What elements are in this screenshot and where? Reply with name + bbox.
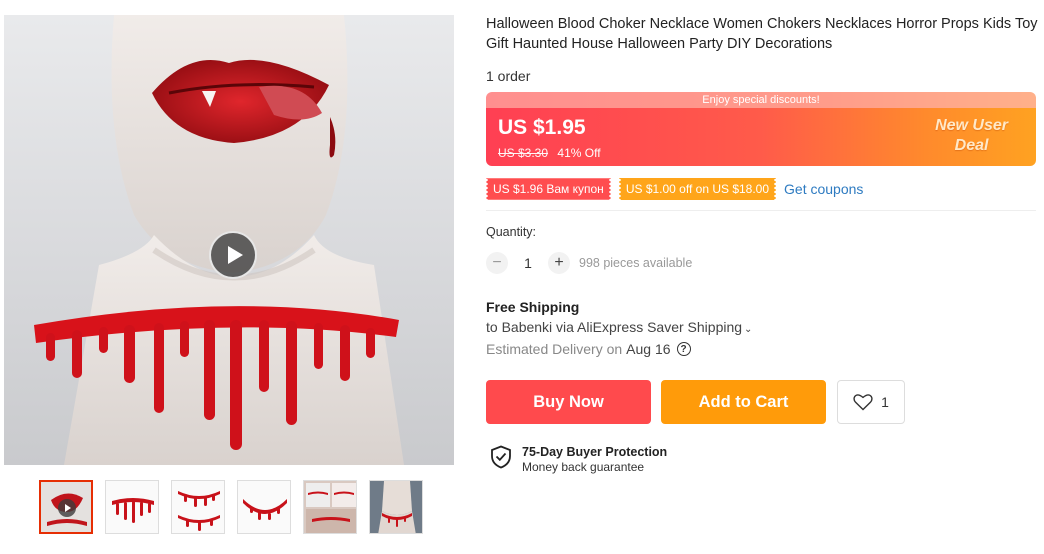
protection-title: 75-Day Buyer Protection bbox=[522, 445, 668, 459]
neck-choker-thumbnail bbox=[370, 481, 422, 533]
coupon-badge-2[interactable]: US $1.00 off on US $18.00 bbox=[617, 178, 778, 200]
price-banner: Enjoy special discounts! US $1.95 US $3.… bbox=[486, 92, 1036, 166]
action-buttons: Buy Now Add to Cart 1 bbox=[486, 380, 1038, 424]
new-user-deal-badge: New User Deal bbox=[935, 116, 1008, 156]
protection-subtitle: Money back guarantee bbox=[522, 460, 645, 474]
thumbnail-strip bbox=[39, 480, 423, 534]
play-video-button[interactable] bbox=[209, 231, 257, 279]
question-circle-icon[interactable]: ? bbox=[676, 342, 691, 356]
get-coupons-link[interactable]: Get coupons bbox=[784, 181, 863, 197]
quantity-decrease-button[interactable]: − bbox=[486, 252, 508, 274]
quantity-value[interactable]: 1 bbox=[517, 255, 539, 271]
chevron-down-icon: ⌄ bbox=[744, 324, 753, 335]
thumbnail-5[interactable] bbox=[303, 480, 357, 534]
delivery-date: Aug 16 bbox=[626, 341, 671, 357]
buyer-protection: 75-Day Buyer Protection Money back guara… bbox=[486, 445, 1038, 475]
current-price: US $1.95 bbox=[498, 116, 586, 139]
quantity-increase-button[interactable]: + bbox=[548, 252, 570, 274]
play-icon bbox=[227, 246, 243, 264]
estimated-delivery: Estimated Delivery on Aug 16 ? bbox=[486, 341, 1038, 357]
estimated-delivery-label: Estimated Delivery on bbox=[486, 341, 623, 357]
shield-check-icon bbox=[491, 445, 511, 469]
main-product-image[interactable] bbox=[4, 15, 454, 465]
thumbnail-play-icon bbox=[58, 499, 76, 517]
new-user-label: New User bbox=[935, 117, 1008, 134]
wishlist-count: 1 bbox=[881, 394, 889, 410]
special-discount-label: Enjoy special discounts! bbox=[486, 92, 1036, 108]
deal-label: Deal bbox=[954, 137, 989, 154]
blood-choker-arc-thumbnail bbox=[238, 481, 290, 533]
quantity-stepper: − 1 + 998 pieces available bbox=[486, 252, 1038, 274]
order-count: 1 order bbox=[486, 68, 531, 84]
shipping-title: Free Shipping bbox=[486, 299, 580, 315]
wishlist-button[interactable]: 1 bbox=[837, 380, 905, 424]
thumbnail-4[interactable] bbox=[237, 480, 291, 534]
coupon-row: US $1.96 Вам купон US $1.00 off on US $1… bbox=[485, 178, 1036, 211]
shipping-method-selector[interactable]: to Babenki via AliExpress Saver Shipping… bbox=[486, 319, 1038, 335]
blood-choker-collage-thumbnail bbox=[304, 481, 356, 533]
discount-percent: 41% Off bbox=[557, 146, 601, 160]
product-title: Halloween Blood Choker Necklace Women Ch… bbox=[486, 16, 1038, 52]
thumbnail-2[interactable] bbox=[105, 480, 159, 534]
price-panel: US $1.95 US $3.30 41% Off New User Deal bbox=[486, 108, 1036, 166]
blood-choker-thumbnail bbox=[106, 481, 158, 533]
buy-now-button[interactable]: Buy Now bbox=[486, 380, 651, 424]
thumbnail-6[interactable] bbox=[369, 480, 423, 534]
add-to-cart-button[interactable]: Add to Cart bbox=[661, 380, 826, 424]
shipping-destination: to Babenki via AliExpress Saver Shipping bbox=[486, 319, 743, 335]
blood-choker-pair-thumbnail bbox=[172, 481, 224, 533]
thumbnail-3[interactable] bbox=[171, 480, 225, 534]
original-price-row: US $3.30 41% Off bbox=[498, 146, 601, 160]
coupon-badge-1[interactable]: US $1.96 Вам купон bbox=[485, 178, 612, 200]
heart-icon bbox=[853, 394, 873, 411]
thumbnail-1[interactable] bbox=[39, 480, 93, 534]
stock-available: 998 pieces available bbox=[579, 256, 693, 270]
quantity-label: Quantity: bbox=[486, 225, 537, 239]
product-info: Halloween Blood Choker Necklace Women Ch… bbox=[485, 14, 1038, 475]
original-price: US $3.30 bbox=[498, 146, 549, 160]
